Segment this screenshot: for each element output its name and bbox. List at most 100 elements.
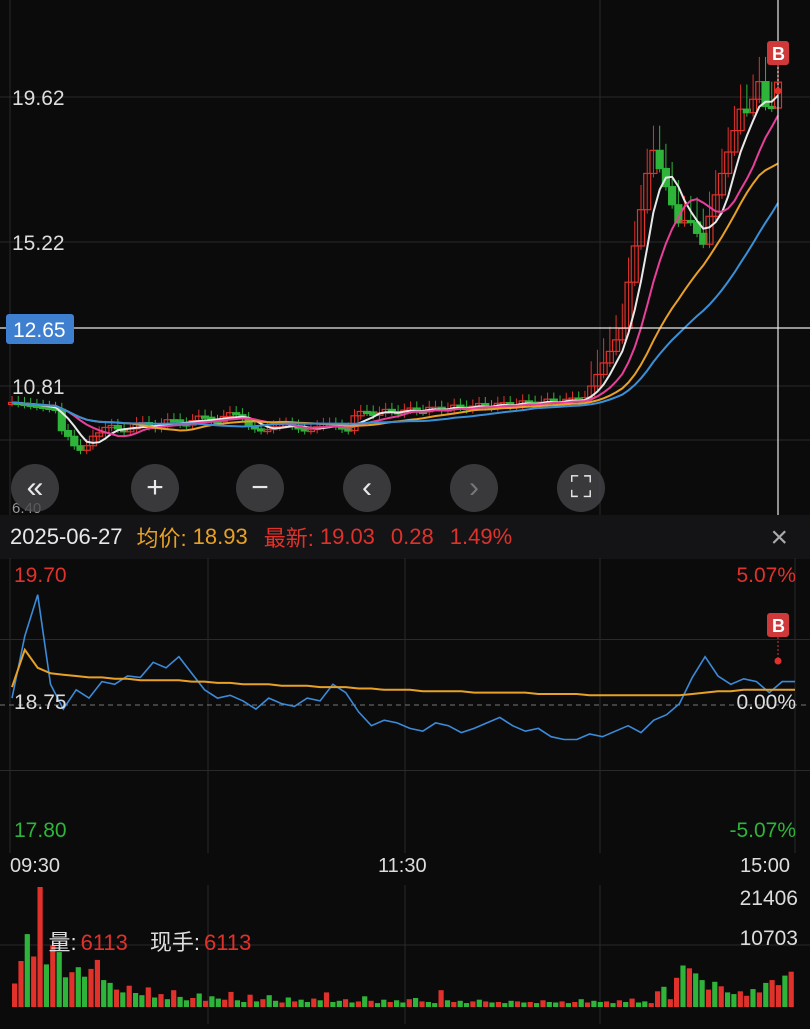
volume-bar [565, 1003, 571, 1007]
volume-bar [705, 989, 712, 1007]
volume-bar [253, 1001, 260, 1007]
volume-bar [591, 1000, 597, 1007]
volume-bar [273, 1000, 279, 1007]
volume-bar [642, 1001, 648, 1007]
kline-moving-averages [11, 94, 779, 444]
ma20-line [11, 162, 779, 432]
volume-bar [336, 1000, 342, 1007]
volume-bar [623, 1002, 629, 1007]
volume-bar [330, 1002, 336, 1007]
intraday-panel[interactable]: B 19.70 18.75 17.80 5.07% 0.00% -5.07% [0, 558, 810, 853]
volume-bar [298, 999, 304, 1007]
time-axis: 09:30 11:30 15:00 [0, 853, 810, 885]
volume-bar [744, 995, 750, 1007]
ma30-line [11, 202, 779, 428]
volume-bar [107, 982, 113, 1007]
volume-bar [101, 980, 107, 1007]
intraday-chart[interactable]: B 19.70 18.75 17.80 5.07% 0.00% -5.07% [0, 558, 810, 853]
zoom-in-button[interactable]: + [131, 464, 179, 512]
candle-body [63, 430, 73, 437]
volume-value: 6113 [80, 930, 128, 955]
intraday-grid [0, 558, 810, 853]
close-icon[interactable]: × [770, 521, 788, 555]
volume-bar [355, 1001, 361, 1007]
volume-bar [635, 1002, 642, 1007]
volume-bar [444, 1000, 451, 1007]
volume-bar [655, 991, 661, 1007]
volume-bar [546, 1002, 552, 1007]
volume-bar [540, 1000, 546, 1007]
volume-bar [292, 1001, 298, 1007]
buy-marker-dot [774, 87, 782, 95]
rewind-button[interactable]: « [11, 464, 59, 512]
latest-price-label: 最新: [263, 526, 314, 551]
price-level-label: 15.22 [12, 232, 65, 255]
volume-bar [495, 1002, 501, 1007]
volume-bar [629, 998, 635, 1007]
volume-mid-label: 10703 [739, 927, 798, 950]
volume-bar [648, 1003, 654, 1007]
volume-bar [222, 999, 228, 1007]
volume-bar [674, 977, 680, 1007]
volume-bar [164, 999, 170, 1007]
time-tick-close: 15:00 [740, 855, 791, 877]
plus-icon: + [146, 471, 164, 504]
double-chevron-left-icon: « [26, 471, 44, 504]
volume-bar [769, 980, 775, 1007]
volume-bar [788, 971, 794, 1007]
volume-bar [126, 985, 132, 1007]
volume-bar [457, 1000, 463, 1007]
zoom-out-button[interactable]: − [236, 464, 284, 512]
volume-bar [712, 981, 718, 1007]
volume-bar [775, 985, 782, 1007]
candle-body [655, 149, 664, 170]
volume-bar [616, 1000, 622, 1007]
volume-bar [667, 999, 673, 1007]
volume-bar [177, 996, 183, 1007]
volume-bar [381, 999, 387, 1007]
time-tick-midday: 11:30 [378, 855, 427, 877]
volume-bar [514, 1001, 521, 1007]
volume-bar [241, 1002, 247, 1007]
volume-bar [464, 1003, 470, 1007]
volume-bar [725, 992, 731, 1007]
next-button[interactable]: › [450, 464, 498, 512]
volume-bar [750, 989, 756, 1007]
price-level-label: 10.81 [12, 376, 65, 399]
volume-panel[interactable]: 量: 6113 现手: 6113 21406 10703 [0, 885, 810, 1024]
volume-bar [527, 1002, 533, 1007]
volume-bar [183, 1000, 190, 1007]
price-line [11, 594, 795, 741]
volume-bar [400, 1002, 406, 1007]
intraday-label-top-right: 5.07% [736, 564, 796, 587]
volume-label: 量: [48, 930, 77, 955]
volume-bar [699, 980, 705, 1007]
volume-bar [489, 1002, 495, 1007]
kline-panel[interactable]: 19.6215.2210.8112.656.40B «+−‹›⛶ [0, 0, 810, 517]
volume-bar [139, 995, 145, 1007]
volume-bar [374, 1003, 381, 1007]
intraday-buy-marker-label: B [772, 616, 785, 636]
volume-bar [406, 999, 412, 1007]
intraday-label-mid-right: 0.00% [736, 691, 796, 714]
volume-bar [731, 994, 737, 1007]
chevron-right-icon: › [469, 471, 479, 504]
volume-bar [196, 993, 202, 1007]
kline-candles [7, 56, 783, 455]
prev-button[interactable]: ‹ [343, 464, 391, 512]
volume-bar [12, 983, 18, 1007]
volume-bar [209, 996, 215, 1007]
volume-bar [317, 1000, 323, 1007]
volume-bar [368, 1000, 374, 1007]
avg-price-label: 均价: [136, 526, 187, 551]
volume-bar [432, 1003, 438, 1007]
volume-bar [451, 1002, 457, 1007]
volume-bar [387, 1002, 393, 1007]
fullscreen-button[interactable]: ⛶ [557, 464, 605, 512]
volume-bar [578, 999, 584, 1007]
kline-chart[interactable]: 19.6215.2210.8112.656.40B [0, 0, 810, 517]
volume-bar [534, 1003, 540, 1007]
intraday-label-top-left: 19.70 [14, 564, 67, 587]
chart-controls: « + − ‹ › ⛶ [0, 462, 810, 514]
volume-bar [419, 1001, 425, 1007]
